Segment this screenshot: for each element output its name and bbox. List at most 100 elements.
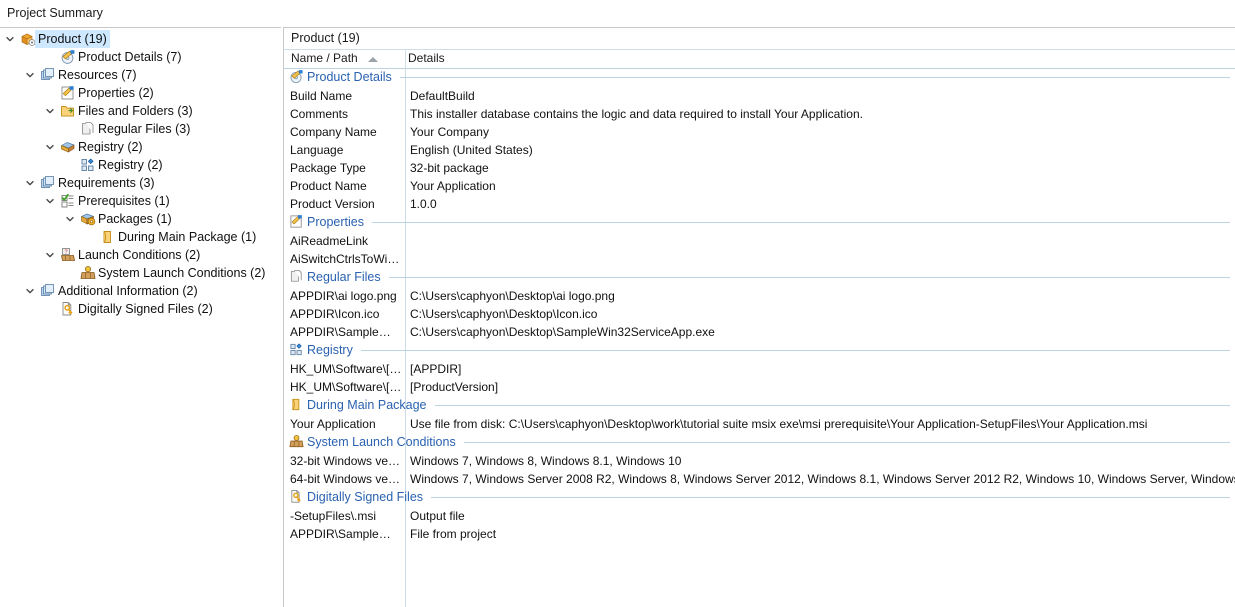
row-value: C:\Users\caphyon\Desktop\ai logo.png	[410, 289, 615, 303]
table-row[interactable]: APPDIR\SampleWin... File from project	[284, 525, 1235, 543]
tree-item-label: Files and Folders (3)	[78, 104, 193, 118]
project-summary-window: Project Summary Product (19) Product Deta…	[0, 0, 1235, 607]
row-value: C:\Users\caphyon\Desktop\SampleWin32Serv…	[410, 325, 715, 339]
table-row[interactable]: Company Name Your Company	[284, 123, 1235, 141]
column-header-details[interactable]: Details	[408, 51, 445, 65]
table-row[interactable]: AiSwitchCtrlsToWinui	[284, 250, 1235, 268]
section-header-digitally-signed-files: Digitally Signed Files	[284, 488, 1235, 506]
tree-item-system-launch-conditions-2[interactable]: System Launch Conditions (2)	[0, 264, 281, 282]
section-title: System Launch Conditions	[307, 435, 456, 449]
row-name: APPDIR\ai logo.png	[290, 289, 397, 303]
section-title: Regular Files	[307, 270, 381, 284]
section-header-registry: Registry	[284, 341, 1235, 359]
tree-item-label: During Main Package (1)	[118, 230, 257, 244]
section-title: Registry	[307, 343, 353, 357]
chevron-down-icon[interactable]	[23, 66, 37, 84]
regular-files-icon	[80, 121, 96, 137]
section-header-properties: Properties	[284, 213, 1235, 231]
row-value: Your Application	[410, 179, 496, 193]
regular-files-icon	[289, 269, 303, 283]
details-pane: Product (19) Name / Path Details Product…	[283, 27, 1235, 607]
section-title: Product Details	[307, 70, 392, 84]
properties-icon	[289, 214, 303, 228]
chevron-down-icon[interactable]	[63, 210, 77, 228]
row-value: English (United States)	[410, 143, 533, 157]
chevron-down-icon[interactable]	[43, 192, 57, 210]
tree-item-prerequisites-1[interactable]: Prerequisites (1)	[0, 192, 281, 210]
tree-item-additional-information-2[interactable]: Additional Information (2)	[0, 282, 281, 300]
tree-item-during-main-package-1[interactable]: During Main Package (1)	[0, 228, 281, 246]
section-title: Digitally Signed Files	[307, 490, 424, 504]
during-main-package-icon	[100, 229, 116, 245]
tree-item-digitally-signed-files-2[interactable]: Digitally Signed Files (2)	[0, 300, 281, 318]
table-row[interactable]: APPDIR\SampleWin... C:\Users\caphyon\Desk…	[284, 323, 1235, 341]
table-row[interactable]: Build Name DefaultBuild	[284, 87, 1235, 105]
row-value: C:\Users\caphyon\Desktop\Icon.ico	[410, 307, 598, 321]
tree-item-launch-conditions-2[interactable]: ? Launch Conditions (2)	[0, 246, 281, 264]
column-divider[interactable]	[405, 50, 406, 68]
row-name: Your Application	[290, 417, 376, 431]
section-header-during-main-package: During Main Package	[284, 396, 1235, 414]
table-row[interactable]: 32-bit Windows vers... Windows 7, Windows…	[284, 452, 1235, 470]
tree-item-label: Digitally Signed Files (2)	[78, 302, 213, 316]
chevron-down-icon[interactable]	[43, 246, 57, 264]
table-row[interactable]: APPDIR\Icon.ico C:\Users\caphyon\Desktop\…	[284, 305, 1235, 323]
section-rule	[371, 222, 1230, 223]
packages-icon	[80, 211, 96, 227]
table-row[interactable]: Product Name Your Application	[284, 177, 1235, 195]
tree-item-label: Launch Conditions (2)	[78, 248, 201, 262]
table-row[interactable]: -SetupFiles\.msi Output file	[284, 507, 1235, 525]
table-row[interactable]: AiReadmeLink	[284, 232, 1235, 250]
tree-item-packages-1[interactable]: Packages (1)	[0, 210, 281, 228]
table-row[interactable]: 64-bit Windows vers... Windows 7, Windows…	[284, 470, 1235, 488]
row-name: APPDIR\SampleWin...	[290, 325, 402, 339]
tree-item-label: Registry (2)	[78, 140, 143, 154]
row-name: Build Name	[290, 89, 353, 103]
chevron-down-icon[interactable]	[43, 102, 57, 120]
folder-icon	[60, 103, 76, 119]
section-header-product-details: Product Details	[284, 68, 1235, 86]
row-value: [ProductVersion]	[410, 380, 499, 394]
row-name: -SetupFiles\.msi	[290, 509, 377, 523]
tree-item-registry-2[interactable]: Registry (2)	[0, 156, 281, 174]
row-value: 1.0.0	[410, 197, 437, 211]
project-tree[interactable]: Product (19) Product Details (7) Resources…	[0, 27, 281, 607]
tree-item-requirements-3[interactable]: Requirements (3)	[0, 174, 281, 192]
chevron-down-icon[interactable]	[3, 30, 17, 48]
tree-item-files-and-folders-3[interactable]: Files and Folders (3)	[0, 102, 281, 120]
column-header-name[interactable]: Name / Path	[291, 51, 358, 65]
row-value: 32-bit package	[410, 161, 489, 175]
tree-item-label: Additional Information (2)	[58, 284, 198, 298]
section-header-system-launch-conditions: System Launch Conditions	[284, 433, 1235, 451]
table-row[interactable]: HK_UM\Software\[M... [ProductVersion]	[284, 378, 1235, 396]
registry-icon	[289, 342, 303, 356]
table-row[interactable]: APPDIR\ai logo.png C:\Users\caphyon\Deskt…	[284, 287, 1235, 305]
table-row[interactable]: Package Type 32-bit package	[284, 159, 1235, 177]
row-value: File from project	[410, 527, 497, 541]
table-row[interactable]: Product Version 1.0.0	[284, 195, 1235, 213]
table-row[interactable]: Language English (United States)	[284, 141, 1235, 159]
row-name: AiReadmeLink	[290, 234, 369, 248]
chevron-down-icon[interactable]	[23, 174, 37, 192]
sort-ascending-icon[interactable]	[368, 57, 378, 62]
table-row[interactable]: Your Application Use file from disk: C:\U…	[284, 415, 1235, 433]
tree-item-product-19[interactable]: Product (19)	[0, 30, 281, 48]
tree-item-label: Regular Files (3)	[98, 122, 191, 136]
tree-item-product-details-7[interactable]: Product Details (7)	[0, 48, 281, 66]
chevron-down-icon[interactable]	[23, 282, 37, 300]
row-name: 64-bit Windows vers...	[290, 472, 402, 486]
tree-item-regular-files-3[interactable]: Regular Files (3)	[0, 120, 281, 138]
registry-icon	[80, 157, 96, 173]
tree-item-resources-7[interactable]: Resources (7)	[0, 66, 281, 84]
tree-item-properties-2[interactable]: Properties (2)	[0, 84, 281, 102]
column-header-row: Name / Path Details	[284, 50, 1235, 69]
section-rule	[431, 497, 1230, 498]
row-value: Output file	[410, 509, 465, 523]
section-title: During Main Package	[307, 398, 427, 412]
chevron-down-icon[interactable]	[43, 138, 57, 156]
title-bar: Project Summary	[0, 0, 1235, 27]
tree-item-registry-2[interactable]: Registry (2)	[0, 138, 281, 156]
table-row[interactable]: HK_UM\Software\[M... [APPDIR]	[284, 360, 1235, 378]
row-name: Product Name	[290, 179, 367, 193]
table-row[interactable]: Comments This installer database contains…	[284, 105, 1235, 123]
